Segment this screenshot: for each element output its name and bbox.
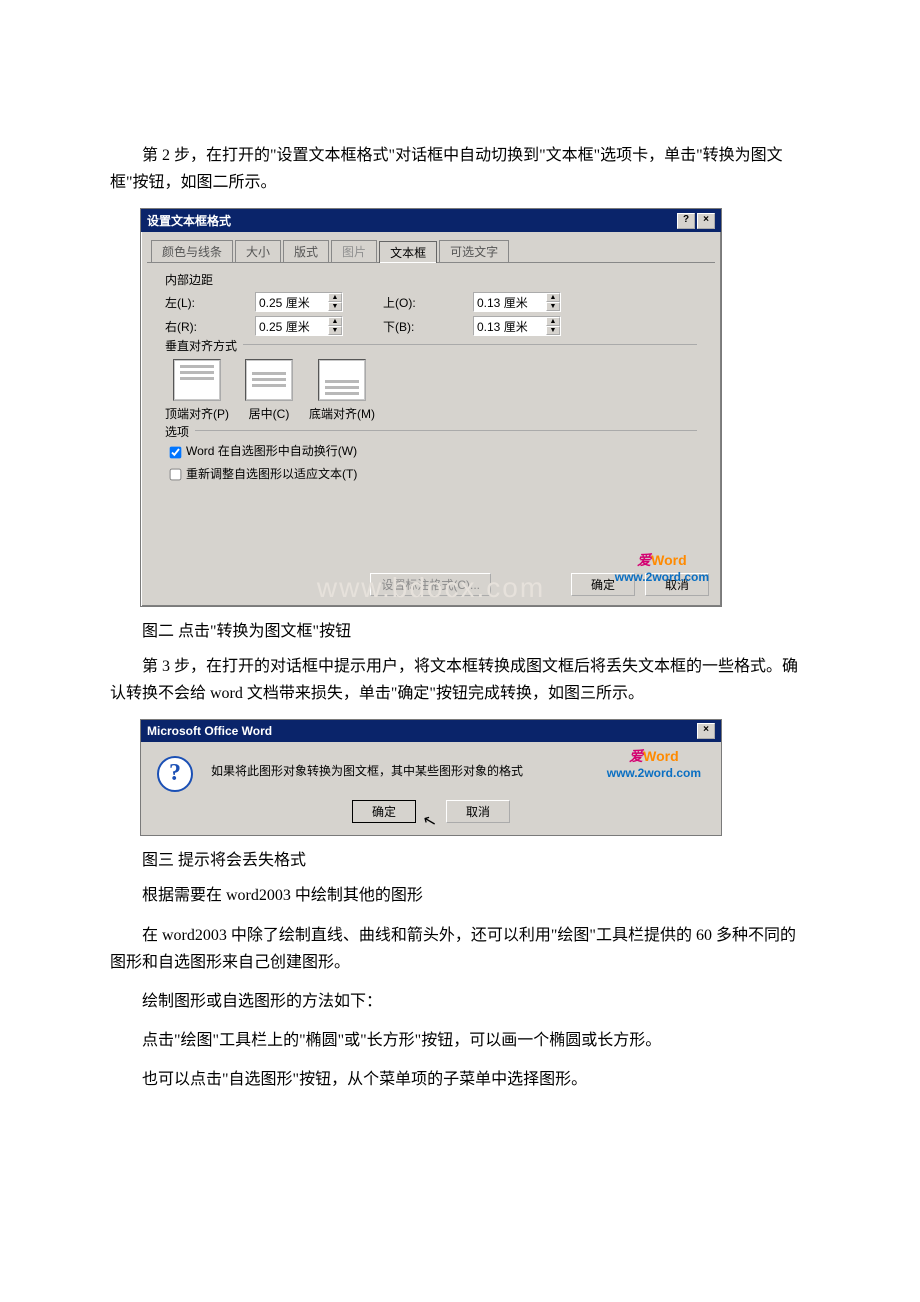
cancel-button[interactable]: 取消 [645, 573, 709, 596]
left-margin-input[interactable] [256, 293, 328, 311]
tab-size[interactable]: 大小 [235, 240, 281, 262]
callout-format-button[interactable]: 设置标注格式(C)... [370, 573, 491, 596]
group-valign: 垂直对齐方式 顶端对齐(P) 居中(C) 底端对齐(M) [165, 344, 697, 422]
tab-colors-lines[interactable]: 颜色与线条 [151, 240, 233, 262]
tab-layout[interactable]: 版式 [283, 240, 329, 262]
tab-picture[interactable]: 图片 [331, 240, 377, 262]
format-textbox-dialog: 设置文本框格式 ? × 颜色与线条 大小 版式 图片 文本框 可选文字 内部边距… [140, 208, 722, 607]
dialog-body: 内部边距 左(L): ▲▼ 上(O): ▲▼ 右(R): ▲▼ 下(B): ▲▼… [147, 262, 715, 563]
right-margin-label: 右(R): [165, 318, 215, 335]
right-margin-input[interactable] [256, 317, 328, 335]
dialog-title: 设置文本框格式 [147, 212, 231, 229]
tab-strip: 颜色与线条 大小 版式 图片 文本框 可选文字 [141, 232, 721, 262]
left-margin-label: 左(L): [165, 294, 215, 311]
msgbox-titlebar[interactable]: Microsoft Office Word × [141, 720, 721, 742]
caption-fig3: 图三 提示将会丢失格式 [110, 846, 810, 870]
ok-button[interactable]: 确定 [571, 573, 635, 596]
paragraph-3: 根据需要在 word2003 中绘制其他的图形 [110, 882, 810, 909]
tab-alttext[interactable]: 可选文字 [439, 240, 509, 262]
valign-bottom-option[interactable]: 底端对齐(M) [309, 359, 375, 422]
tab-textbox[interactable]: 文本框 [379, 241, 437, 263]
paragraph-4: 在 word2003 中除了绘制直线、曲线和箭头外，还可以利用"绘图"工具栏提供… [110, 922, 810, 976]
paragraph-5: 绘制图形或自选图形的方法如下： [110, 988, 810, 1015]
group-options: 选项 Word 在自选图形中自动换行(W) 重新调整自选图形以适应文本(T) [165, 430, 697, 484]
bottom-margin-spinner[interactable]: ▲▼ [473, 316, 561, 336]
spin-up-icon[interactable]: ▲ [546, 317, 560, 326]
top-margin-spinner[interactable]: ▲▼ [473, 292, 561, 312]
opt-resize-checkbox[interactable] [170, 469, 182, 481]
paragraph-7: 也可以点击"自选图形"按钮，从个菜单项的子菜单中选择图形。 [110, 1066, 810, 1093]
opt-autowrap-checkbox[interactable] [170, 446, 182, 458]
msgbox-title: Microsoft Office Word [147, 724, 272, 738]
valign-bottom-label: 底端对齐(M) [309, 407, 375, 421]
bottom-margin-input[interactable] [474, 317, 546, 335]
spin-down-icon[interactable]: ▼ [328, 302, 342, 311]
spin-up-icon[interactable]: ▲ [328, 317, 342, 326]
close-icon[interactable]: × [697, 723, 715, 739]
paragraph-step2: 第 2 步，在打开的"设置文本框格式"对话框中自动切换到"文本框"选项卡，单击"… [110, 142, 810, 196]
group-valign-label: 垂直对齐方式 [165, 337, 243, 354]
paragraph-6: 点击"绘图"工具栏上的"椭圆"或"长方形"按钮，可以画一个椭圆或长方形。 [110, 1027, 810, 1054]
top-margin-label: 上(O): [383, 294, 433, 311]
messagebox-dialog: Microsoft Office Word × ? 如果将此图形对象转换为图文框… [140, 719, 722, 836]
bottom-margin-label: 下(B): [383, 318, 433, 335]
valign-center-option[interactable]: 居中(C) [245, 359, 293, 422]
cancel-button[interactable]: 取消 [446, 800, 510, 823]
spin-down-icon[interactable]: ▼ [328, 326, 342, 335]
opt-autowrap[interactable]: Word 在自选图形中自动换行(W) [165, 442, 697, 461]
valign-top-option[interactable]: 顶端对齐(P) [165, 359, 229, 422]
spin-down-icon[interactable]: ▼ [546, 326, 560, 335]
help-icon[interactable]: ? [677, 213, 695, 229]
dialog-footer: 设置标注格式(C)... 确定 取消 [141, 563, 721, 606]
spin-down-icon[interactable]: ▼ [546, 302, 560, 311]
caption-fig2: 图二 点击"转换为图文框"按钮 [110, 617, 810, 641]
close-icon[interactable]: × [697, 213, 715, 229]
ok-button[interactable]: 确定 [352, 800, 416, 823]
group-margin-label: 内部边距 [165, 271, 697, 288]
paragraph-step3: 第 3 步，在打开的对话框中提示用户，将文本框转换成图文框后将丢失文本框的一些格… [110, 653, 810, 707]
top-margin-input[interactable] [474, 293, 546, 311]
dialog-titlebar[interactable]: 设置文本框格式 ? × [141, 209, 721, 232]
msgbox-text: 如果将此图形对象转换为图文框，其中某些图形对象的格式 [211, 756, 705, 779]
spin-up-icon[interactable]: ▲ [546, 293, 560, 302]
opt-resize[interactable]: 重新调整自选图形以适应文本(T) [165, 465, 697, 484]
left-margin-spinner[interactable]: ▲▼ [255, 292, 343, 312]
question-icon: ? [157, 756, 193, 792]
group-options-label: 选项 [165, 423, 195, 440]
right-margin-spinner[interactable]: ▲▼ [255, 316, 343, 336]
valign-center-label: 居中(C) [249, 407, 290, 421]
document-page: 第 2 步，在打开的"设置文本框格式"对话框中自动切换到"文本框"选项卡，单击"… [0, 0, 920, 1166]
spin-up-icon[interactable]: ▲ [328, 293, 342, 302]
valign-top-label: 顶端对齐(P) [165, 407, 229, 421]
